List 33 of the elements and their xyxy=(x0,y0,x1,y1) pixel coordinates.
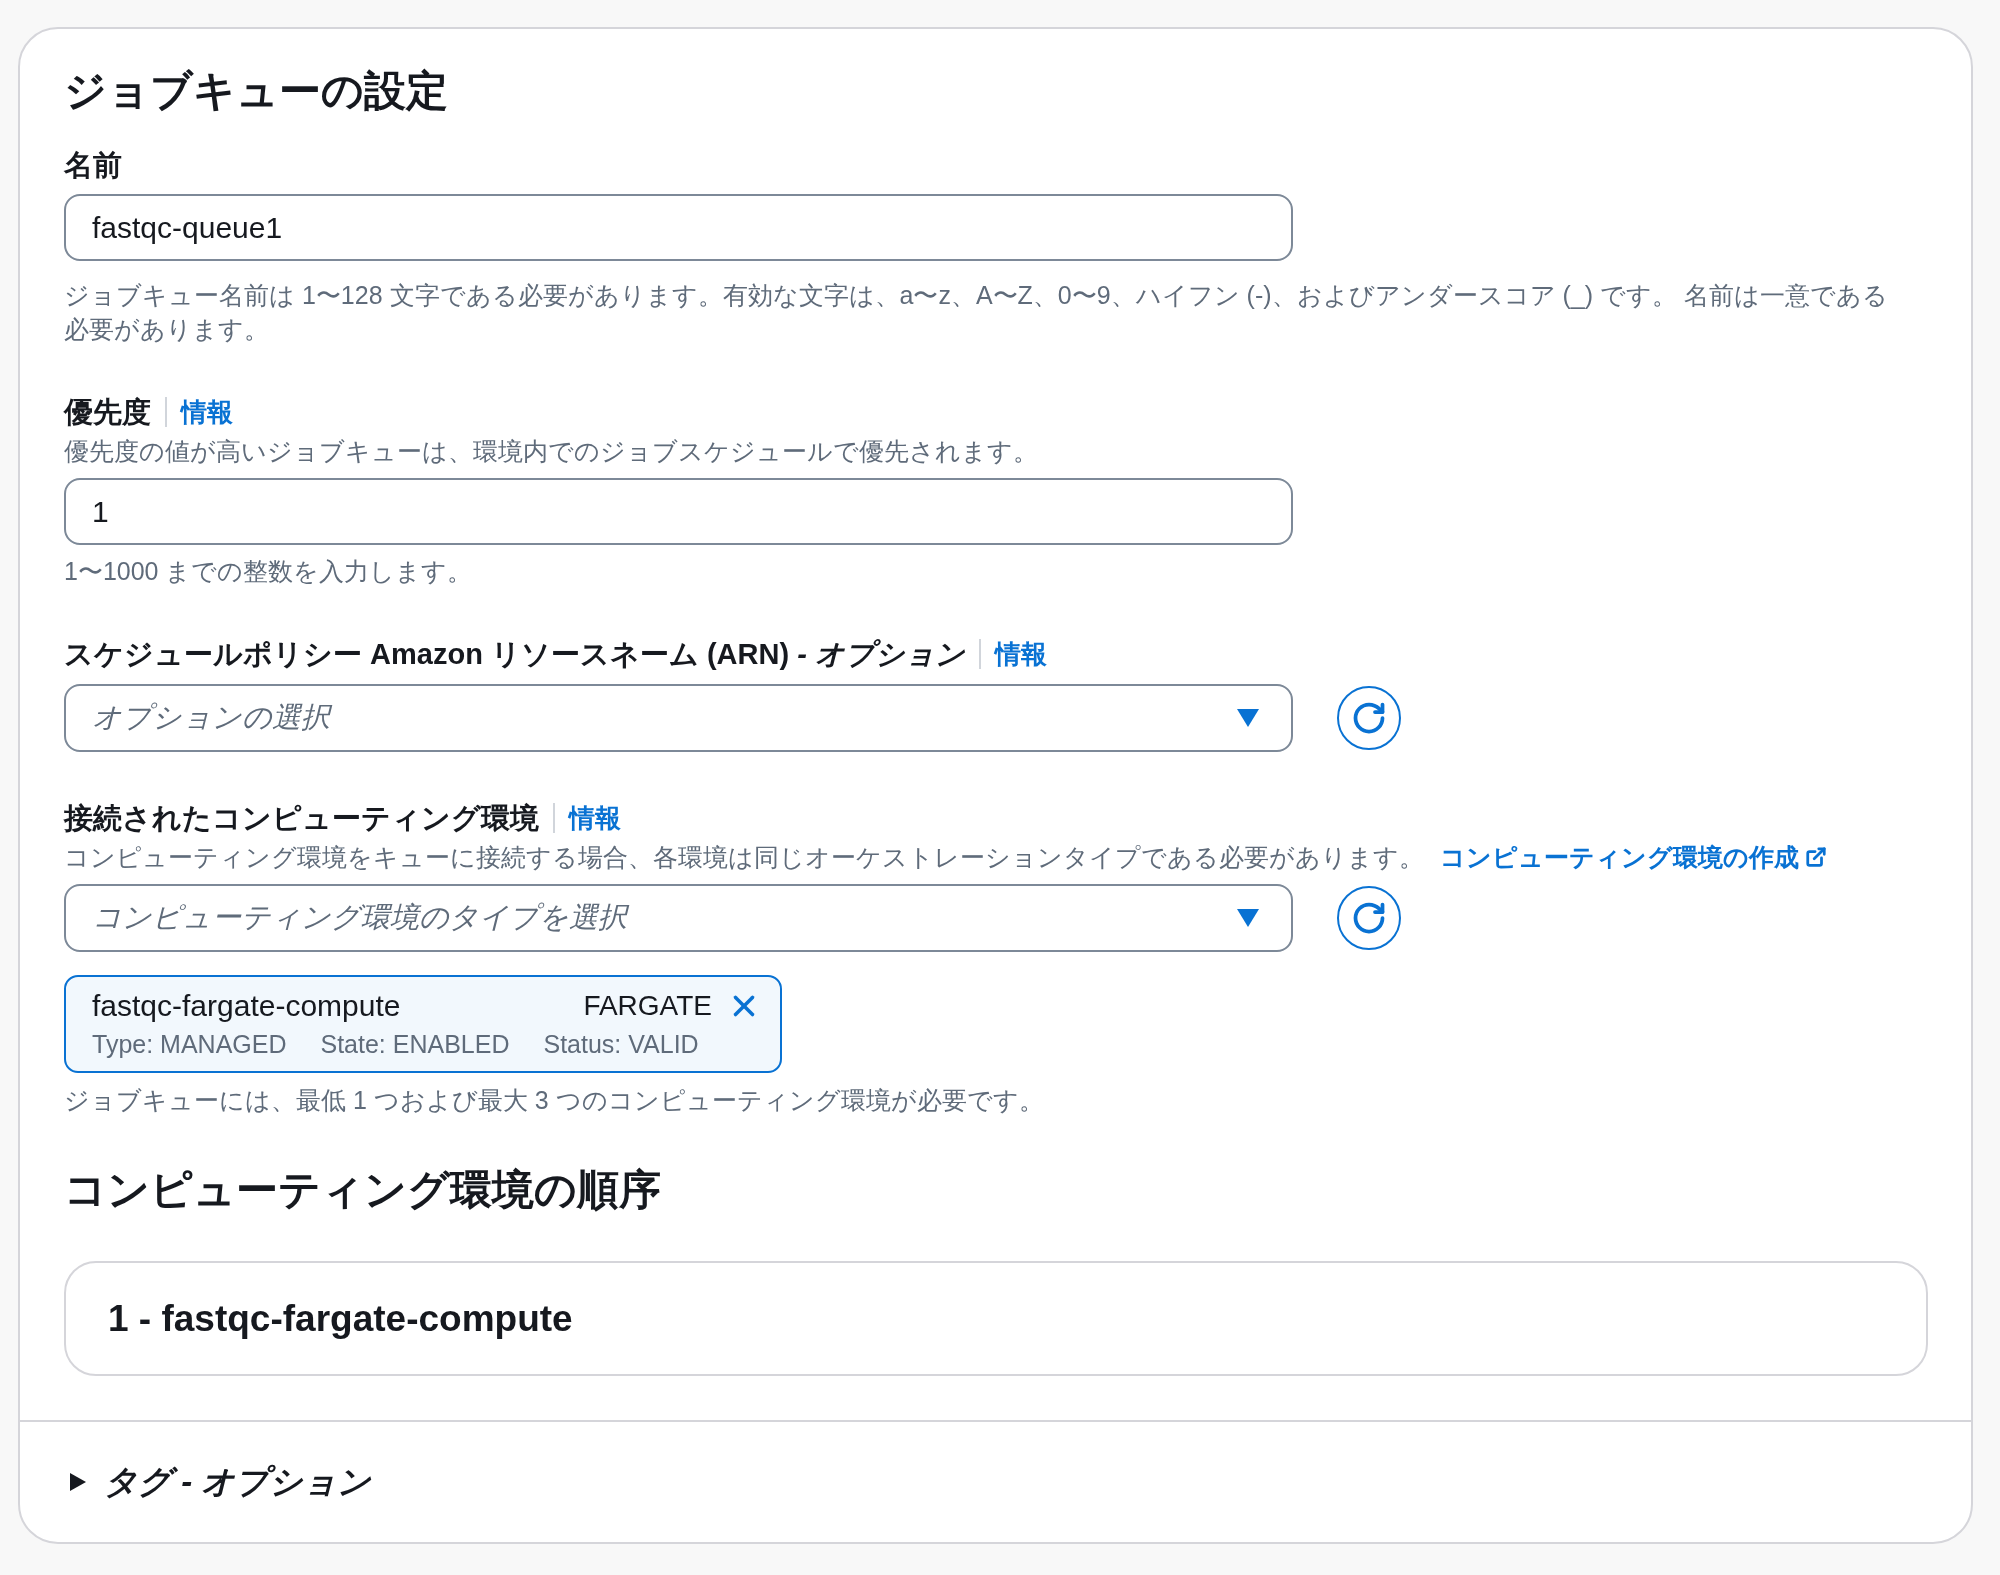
info-link[interactable]: 情報 xyxy=(569,802,621,834)
select-dropdown[interactable]: オプションの選択 xyxy=(64,684,1293,752)
token-type: FARGATE xyxy=(583,989,712,1023)
order-item: 1 - fastqc-fargate-compute xyxy=(64,1261,1928,1376)
constraint-text: 1〜1000 までの整数を入力します。 xyxy=(64,556,474,587)
refresh-button[interactable] xyxy=(1337,686,1401,750)
refresh-button[interactable] xyxy=(1337,886,1401,950)
panel-title: ジョブキューの設定 xyxy=(64,66,449,116)
caret-down-icon xyxy=(1237,709,1259,727)
field-label: スケジュールポリシー Amazon リソースネーム (ARN) - オプション xyxy=(64,637,965,672)
refresh-icon xyxy=(1351,700,1387,736)
field-description: コンピューティング環境をキューに接続する場合、各環境は同じオーケストレーションタイプである必要があります。 コンピューティング環境の作成 xyxy=(64,840,1927,874)
info-link[interactable]: 情報 xyxy=(994,638,1047,670)
token-detail: Type: MANAGED xyxy=(92,1029,287,1060)
refresh-icon xyxy=(1351,900,1387,936)
constraint-text: ジョブキューには、最低 1 つおよび最大 3 つのコンピューティング環境が必要です。 xyxy=(64,1085,1045,1116)
field-label: 名前 xyxy=(64,148,122,183)
tags-expander[interactable]: タグ - オプション xyxy=(70,1457,372,1507)
info-link[interactable]: 情報 xyxy=(181,396,233,428)
text-input[interactable]: fastqc-queue1 xyxy=(64,194,1293,261)
select-dropdown[interactable]: コンピューティング環境のタイプを選択 xyxy=(64,884,1293,952)
external-link-icon xyxy=(1805,846,1827,868)
create-link[interactable]: コンピューティング環境の作成 xyxy=(1440,840,1827,874)
constraint-text: ジョブキュー名前は 1〜128 文字である必要があります。有効な文字は、a〜z、A〜Z、0〜9、ハイフン (-)、およびアンダースコア (_) です。 名前は一意である必要があります。 xyxy=(64,280,1889,345)
field-label: 優先度 xyxy=(64,395,151,430)
field-description: 優先度の値が高いジョブキューは、環境内でのジョブスケジュールで優先されます。 xyxy=(64,436,1039,467)
text-input[interactable]: 1 xyxy=(64,478,1293,545)
token-name: fastqc-fargate-compute xyxy=(92,988,402,1024)
caret-down-icon xyxy=(1237,909,1259,927)
section-title: コンピューティング環境の順序 xyxy=(64,1165,662,1215)
field-label: 接続されたコンピューティング環境 xyxy=(64,801,539,836)
token-detail: State: ENABLED xyxy=(320,1029,510,1060)
token-detail: Status: VALID xyxy=(543,1029,699,1060)
